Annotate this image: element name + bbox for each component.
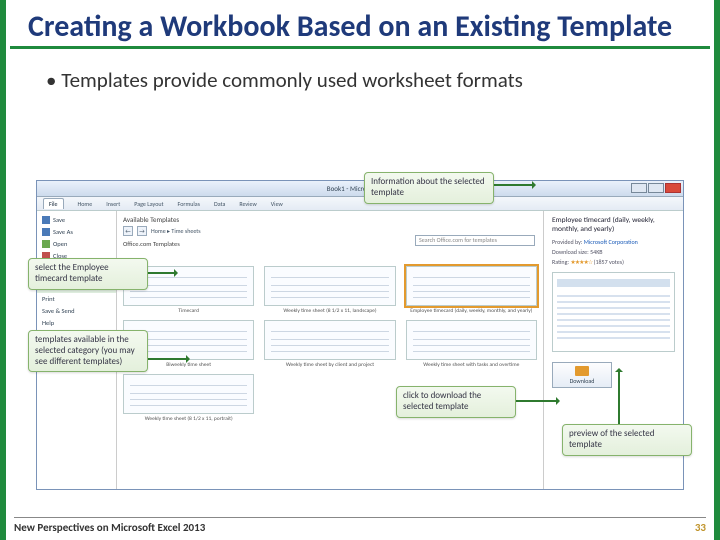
ribbon-tab[interactable]: Insert [106,200,120,208]
nav-help[interactable]: Help [37,317,116,329]
template-title: Employee timecard (daily, weekly, monthl… [552,217,675,234]
star-icon: ★★★★☆ [570,258,592,266]
minimize-button[interactable] [631,183,647,193]
template-thumb[interactable]: Weekly time sheet (8 1/2 x 11, portrait) [123,374,254,422]
ribbon-tab[interactable]: Formulas [178,200,200,208]
templates-panel: Available Templates ← → Home ▸ Time shee… [117,211,543,489]
callout-download: click to download the selected template [396,386,516,418]
page-number: 33 [695,521,706,534]
close-button[interactable] [665,183,681,193]
breadcrumb-path: Home ▸ Time sheets [151,227,201,235]
size-label: Download size: [552,248,589,256]
thumb-label: Weekly time sheet (8 1/2 x 11, portrait) [145,416,233,422]
template-thumb-selected[interactable]: Employee timecard (daily, weekly, monthl… [406,266,537,314]
template-preview [552,272,675,352]
ribbon-tab-file[interactable]: File [43,198,64,209]
figure: select the Employee timecard template te… [36,180,684,490]
back-button[interactable]: ← [123,226,133,236]
provided-value[interactable]: Microsoft Corporation [584,238,638,246]
thumb-preview [406,266,537,306]
nav-label: Save [53,216,65,224]
arrow-icon [148,358,188,360]
thumb-preview [406,320,537,360]
nav-save-as[interactable]: Save As [37,226,116,238]
callout-templates-available: templates available in the selected cate… [28,330,148,372]
nav-label: Open [53,240,67,248]
ribbon-tab[interactable]: Review [239,200,256,208]
forward-button[interactable]: → [137,226,147,236]
save-icon [42,216,50,224]
bullet-text: Templates provide commonly used workshee… [24,59,714,93]
template-thumb[interactable]: Weekly time sheet by client and project [264,320,395,368]
thumb-preview [123,374,254,414]
thumb-label: Timecard [178,308,199,314]
download-icon [575,366,589,376]
callout-preview: preview of the selected template [562,424,692,456]
nav-save-send[interactable]: Save & Send [37,305,116,317]
thumb-preview [264,320,395,360]
save-as-icon [42,228,50,236]
ribbon-tab[interactable]: Data [214,200,225,208]
thumb-preview [264,266,395,306]
ribbon-tab[interactable]: View [271,200,283,208]
rating-votes: (1857 votes) [594,258,624,266]
nav-label: Help [42,319,54,327]
available-templates-heading: Available Templates [123,215,537,224]
search-input[interactable]: Search Office.com for templates [415,235,535,246]
maximize-button[interactable] [648,183,664,193]
nav-save[interactable]: Save [37,214,116,226]
footer-text: New Perspectives on Microsoft Excel 2013 [14,521,205,534]
window-titlebar: Book1 - Microsoft Excel [37,181,683,197]
provided-by: Provided by: Microsoft Corporation [552,238,675,246]
callout-select-template: select the Employee timecard template [28,258,148,290]
thumb-label: Weekly time sheet by client and project [286,362,374,368]
size-value: 54KB [590,248,602,256]
slide: Creating a Workbook Based on an Existing… [0,0,720,540]
ribbon-tab[interactable]: Home [78,200,93,208]
arrow-icon [516,400,558,402]
arrow-icon [148,272,176,274]
download-button[interactable]: Download [552,362,612,388]
ribbon-tab[interactable]: Page Layout [134,200,163,208]
nav-print[interactable]: Print [37,293,116,305]
download-label: Download [570,377,595,385]
thumb-label: Employee timecard (daily, weekly, monthl… [410,308,532,314]
nav-label: Print [42,295,55,303]
download-size: Download size: 54KB [552,248,675,256]
open-icon [42,240,50,248]
rating-label: Rating: [552,258,569,266]
provided-label: Provided by: [552,238,582,246]
thumb-label: Weekly time sheet with tasks and overtim… [423,362,519,368]
template-thumb[interactable]: Weekly time sheet with tasks and overtim… [406,320,537,368]
callout-info: Information about the selected template [364,172,494,204]
arrow-icon [618,370,620,424]
window-buttons [631,183,681,193]
template-thumb[interactable]: Weekly time sheet (8 1/2 x 11, landscape… [264,266,395,314]
rating: Rating: ★★★★☆ (1857 votes) [552,258,675,266]
ribbon-tabs: File Home Insert Page Layout Formulas Da… [37,197,683,211]
slide-title: Creating a Workbook Based on an Existing… [10,0,710,49]
nav-label: Save & Send [42,307,75,315]
slide-footer: New Perspectives on Microsoft Excel 2013… [14,517,706,534]
thumb-label: Weekly time sheet (8 1/2 x 11, landscape… [283,308,376,314]
arrow-icon [494,184,534,186]
nav-label: Save As [53,228,73,236]
nav-open[interactable]: Open [37,238,116,250]
